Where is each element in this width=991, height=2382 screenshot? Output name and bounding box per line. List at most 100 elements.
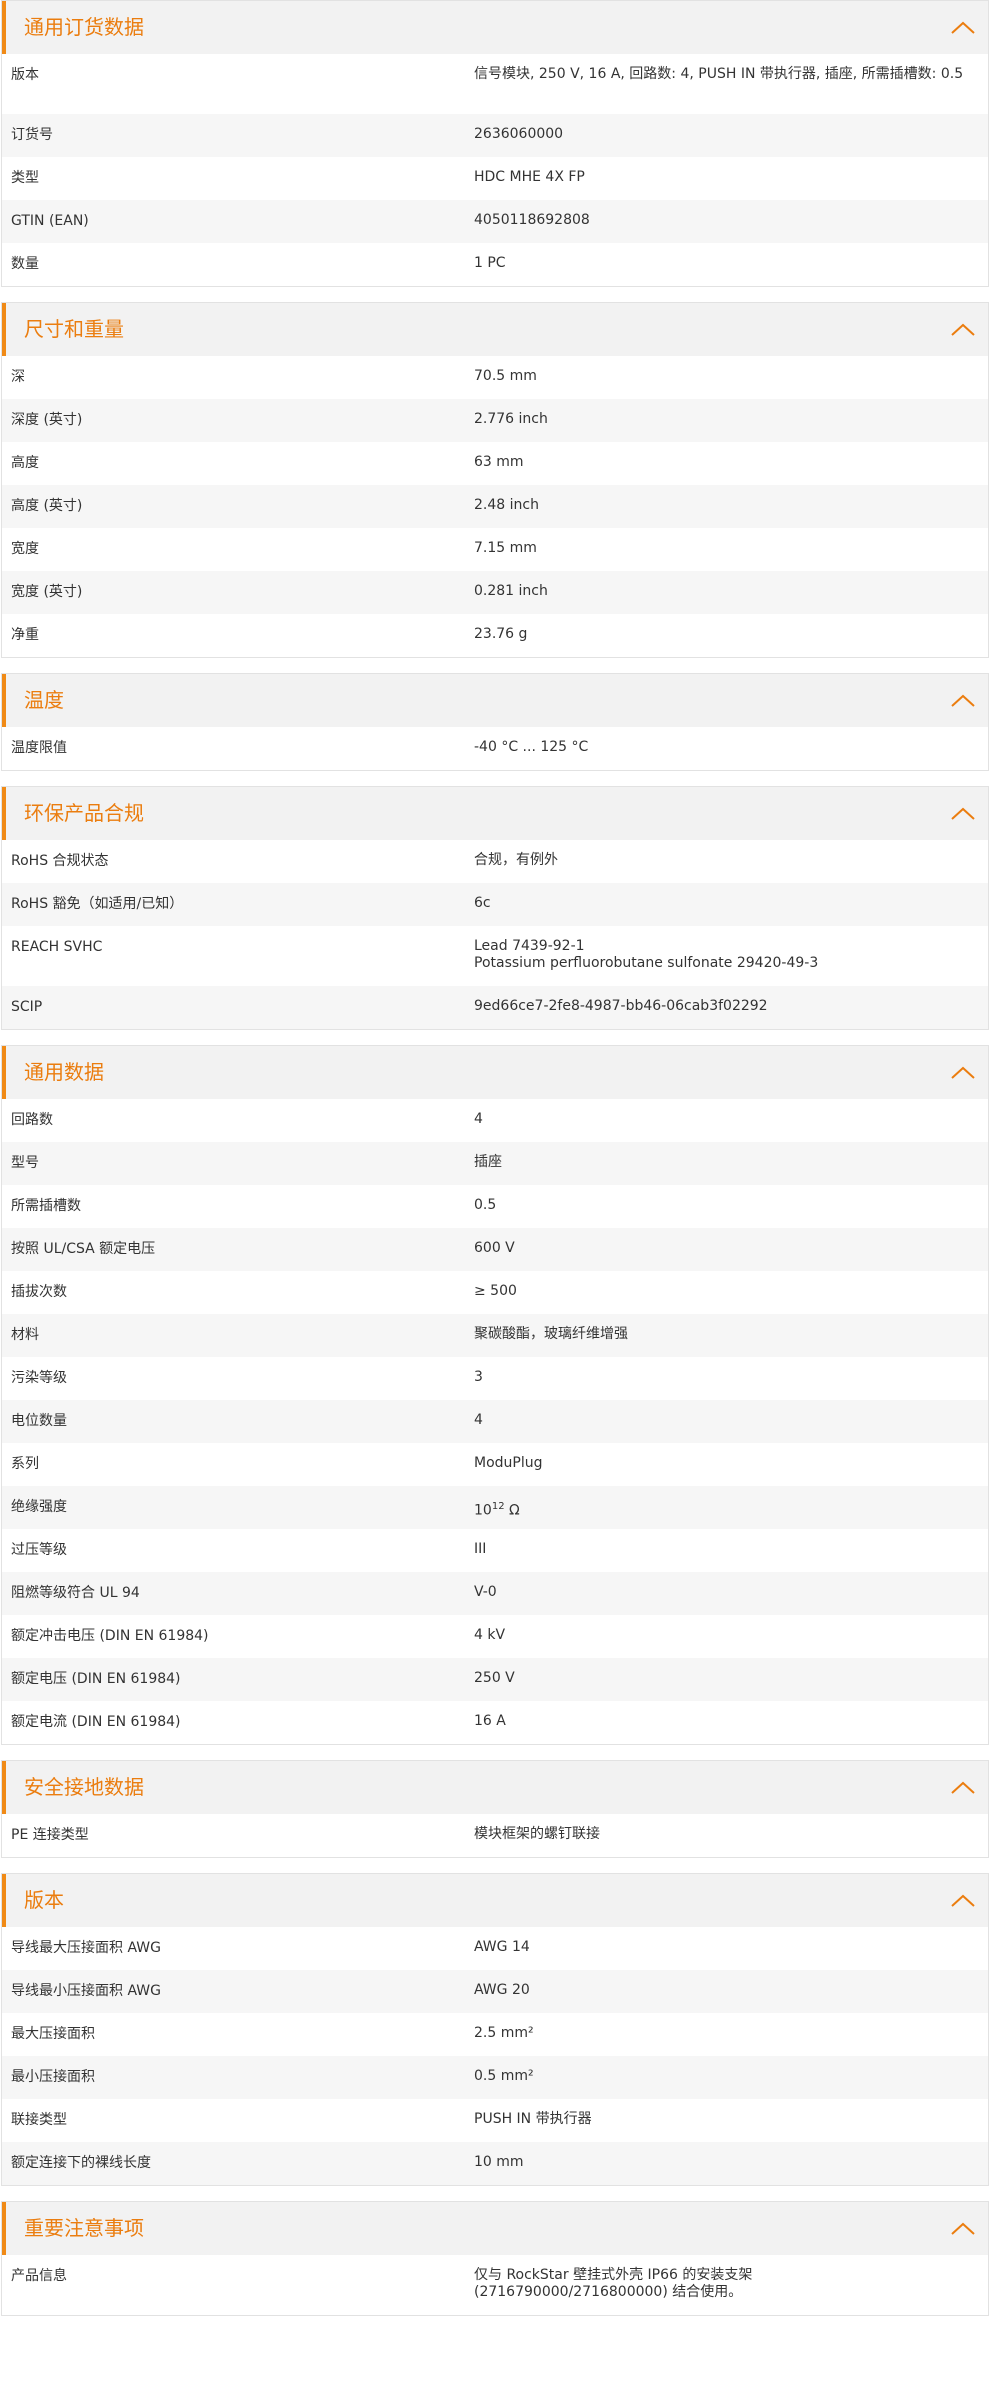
spec-value: 1 PC	[474, 243, 988, 286]
spec-label: 插拔次数	[11, 1284, 67, 1300]
spec-value-text: 0.5	[474, 1197, 497, 1213]
spec-row: 深度 (英寸) 2.776 inch	[2, 399, 988, 442]
chevron-up-icon[interactable]	[950, 804, 976, 824]
spec-value-text: -40 °C ... 125 °C	[474, 739, 589, 755]
spec-row: 高度 63 mm	[2, 442, 988, 485]
section-header[interactable]: 通用数据	[2, 1046, 988, 1099]
spec-value: 0.5 mm²	[474, 2056, 988, 2099]
spec-value: 250 V	[474, 1658, 988, 1701]
chevron-up-icon[interactable]	[950, 18, 976, 38]
chevron-up-icon[interactable]	[950, 320, 976, 340]
spec-row: 所需插槽数 0.5	[2, 1185, 988, 1228]
spec-value-text: 2.5 mm²	[474, 2025, 534, 2041]
spec-value-text: 9ed66ce7-2fe8-4987-bb46-06cab3f02292	[474, 998, 768, 1014]
section-header[interactable]: 重要注意事项	[2, 2202, 988, 2255]
spec-row: 额定电流 (DIN EN 61984) 16 A	[2, 1701, 988, 1744]
spec-value: ModuPlug	[474, 1443, 988, 1486]
spec-section: 安全接地数据 PE 连接类型 模块框架的螺钉联接	[1, 1760, 989, 1858]
chevron-up-icon[interactable]	[950, 1891, 976, 1911]
spec-section: 版本 导线最大压接面积 AWG AWG 14 导线最小压接面积 AWG AWG 20 最大…	[1, 1873, 989, 2186]
spec-row: GTIN (EAN) 4050118692808	[2, 200, 988, 243]
spec-value-text: 6c	[474, 895, 491, 911]
spec-value-text: 插座	[474, 1154, 502, 1170]
spec-label: 绝缘强度	[11, 1499, 67, 1515]
spec-label: 额定冲击电压 (DIN EN 61984)	[11, 1628, 209, 1644]
spec-row: SCIP 9ed66ce7-2fe8-4987-bb46-06cab3f02292	[2, 986, 988, 1029]
spec-value-text: 4	[474, 1412, 483, 1428]
spec-label: 联接类型	[11, 2112, 67, 2128]
spec-row: 绝缘强度 1012 Ω	[2, 1486, 988, 1529]
spec-value-text: 2.776 inch	[474, 411, 548, 427]
spec-row: 净重 23.76 g	[2, 614, 988, 657]
spec-value: AWG 20	[474, 1970, 988, 2013]
spec-label: REACH SVHC	[11, 939, 103, 955]
spec-row: PE 连接类型 模块框架的螺钉联接	[2, 1814, 988, 1857]
spec-label: 最大压接面积	[11, 2026, 95, 2042]
product-spec-page: 通用订货数据 版本 信号模块, 250 V, 16 A, 回路数: 4, PUSH …	[0, 0, 991, 2382]
spec-value: 2.5 mm²	[474, 2013, 988, 2056]
spec-row: 材料 聚碳酸酯，玻璃纤维增强	[2, 1314, 988, 1357]
section-header[interactable]: 版本	[2, 1874, 988, 1927]
chevron-up-icon[interactable]	[950, 1778, 976, 1798]
spec-row: 按照 UL/CSA 额定电压 600 V	[2, 1228, 988, 1271]
spec-row: 额定电压 (DIN EN 61984) 250 V	[2, 1658, 988, 1701]
spec-value-exponent: 12	[491, 1501, 505, 1512]
chevron-up-icon[interactable]	[950, 1063, 976, 1083]
chevron-up-icon[interactable]	[950, 691, 976, 711]
spec-value-text: 2636060000	[474, 126, 564, 142]
spec-value: III	[474, 1529, 988, 1572]
spec-value-text: 10 mm	[474, 2154, 524, 2170]
spec-row: 插拔次数 ≥ 500	[2, 1271, 988, 1314]
section-header[interactable]: 通用订货数据	[2, 1, 988, 54]
spec-value-text-line2: (2716790000/2716800000) 结合使用。	[474, 2284, 743, 2300]
spec-value: 插座	[474, 1142, 988, 1185]
spec-value-text: 16 A	[474, 1713, 506, 1729]
spec-row: 污染等级 3	[2, 1357, 988, 1400]
section-header[interactable]: 安全接地数据	[2, 1761, 988, 1814]
spec-value: 1012 Ω	[474, 1486, 988, 1529]
spec-value-text: 模块框架的螺钉联接	[474, 1826, 600, 1842]
spec-value: Lead 7439-92-1 Potassium perfluorobutane …	[474, 926, 988, 986]
spec-row: 阻燃等级符合 UL 94 V-0	[2, 1572, 988, 1615]
spec-value: 2.776 inch	[474, 399, 988, 442]
spec-label: PE 连接类型	[11, 1827, 89, 1843]
spec-row: 宽度 (英寸) 0.281 inch	[2, 571, 988, 614]
spec-label: 高度 (英寸)	[11, 498, 83, 514]
section-header[interactable]: 环保产品合规	[2, 787, 988, 840]
spec-label: RoHS 合规状态	[11, 853, 109, 869]
spec-label: 污染等级	[11, 1370, 67, 1386]
spec-value: 2.48 inch	[474, 485, 988, 528]
spec-value: 0.281 inch	[474, 571, 988, 614]
spec-value: 600 V	[474, 1228, 988, 1271]
spec-value: 7.15 mm	[474, 528, 988, 571]
spec-label: 额定连接下的裸线长度	[11, 2155, 151, 2171]
spec-label: 宽度 (英寸)	[11, 584, 83, 600]
spec-value: 2636060000	[474, 114, 988, 157]
spec-value-text: 0.281 inch	[474, 583, 548, 599]
chevron-up-icon[interactable]	[950, 2219, 976, 2239]
spec-label: 阻燃等级符合 UL 94	[11, 1585, 140, 1601]
spec-value-text: 合规，有例外	[474, 852, 558, 868]
spec-value-text: 63 mm	[474, 454, 524, 470]
spec-value-text: 7.15 mm	[474, 540, 537, 556]
spec-value-text: AWG 14	[474, 1939, 530, 1955]
spec-label: 最小压接面积	[11, 2069, 95, 2085]
spec-row: 额定冲击电压 (DIN EN 61984) 4 kV	[2, 1615, 988, 1658]
spec-row: 导线最小压接面积 AWG AWG 20	[2, 1970, 988, 2013]
section-header[interactable]: 尺寸和重量	[2, 303, 988, 356]
spec-value: 信号模块, 250 V, 16 A, 回路数: 4, PUSH IN 带执行器,…	[474, 54, 988, 114]
spec-value-text: AWG 20	[474, 1982, 530, 1998]
spec-row: 过压等级 III	[2, 1529, 988, 1572]
spec-value-text: 1 PC	[474, 255, 506, 271]
spec-value-text-line2: Potassium perfluorobutane sulfonate 2942…	[474, 955, 819, 971]
spec-label: 型号	[11, 1155, 39, 1171]
section-header[interactable]: 温度	[2, 674, 988, 727]
spec-value: 4 kV	[474, 1615, 988, 1658]
section-title: 安全接地数据	[24, 1775, 144, 1799]
section-title: 温度	[24, 688, 64, 712]
spec-label: 按照 UL/CSA 额定电压	[11, 1241, 156, 1257]
spec-value: 4050118692808	[474, 200, 988, 243]
spec-value-text: PUSH IN 带执行器	[474, 2111, 592, 2127]
spec-row: RoHS 豁免（如适用/已知） 6c	[2, 883, 988, 926]
spec-label: 回路数	[11, 1112, 53, 1128]
